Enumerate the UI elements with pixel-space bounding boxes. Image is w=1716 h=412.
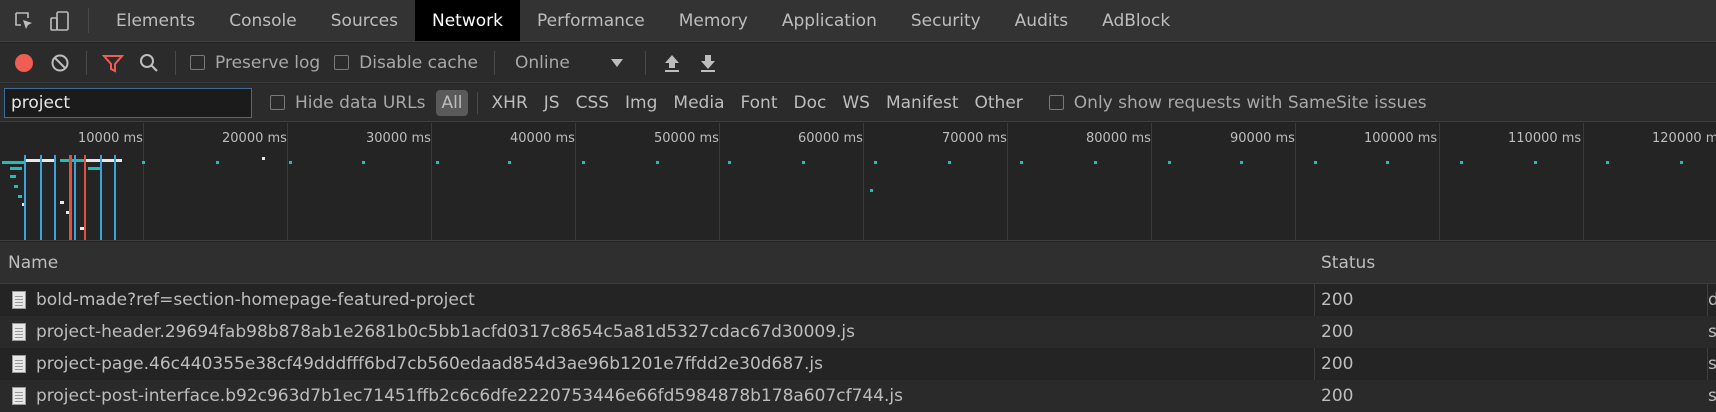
document-icon: [12, 291, 26, 309]
disable-cache-label: Disable cache: [359, 52, 478, 73]
filter-toggle-button[interactable]: [95, 43, 131, 83]
throttling-select[interactable]: Online: [503, 53, 623, 73]
toolbar-divider: [86, 50, 87, 75]
type-filter-doc[interactable]: Doc: [789, 90, 832, 116]
toolbar-divider: [644, 50, 646, 75]
type-filter-img[interactable]: Img: [620, 90, 662, 116]
samesite-label: Only show requests with SameSite issues: [1073, 92, 1427, 113]
column-header-name[interactable]: Name: [8, 253, 58, 273]
type-filter-ws[interactable]: WS: [837, 90, 875, 116]
tab-console[interactable]: Console: [212, 0, 314, 41]
export-har-button[interactable]: [690, 43, 726, 83]
tab-memory[interactable]: Memory: [662, 0, 765, 41]
tab-network[interactable]: Network: [415, 0, 520, 41]
request-type: s: [1708, 386, 1716, 406]
type-filter-other[interactable]: Other: [970, 90, 1028, 116]
preserve-log-checkbox[interactable]: [190, 55, 205, 70]
type-filter-all[interactable]: All: [436, 89, 468, 116]
table-row[interactable]: project-header.29694fab98b878ab1e2681b0c…: [0, 316, 1716, 348]
import-har-button[interactable]: [654, 43, 690, 83]
record-button[interactable]: [6, 43, 42, 83]
type-filter-manifest[interactable]: Manifest: [881, 90, 964, 116]
inspect-element-icon[interactable]: [6, 0, 42, 41]
upload-icon: [664, 54, 679, 72]
network-overview-timeline[interactable]: 10000 ms 20000 ms 30000 ms 40000 ms 5000…: [0, 123, 1716, 241]
throttling-value: Online: [514, 52, 570, 73]
tab-elements[interactable]: Elements: [99, 0, 212, 41]
type-filter-xhr[interactable]: XHR: [487, 90, 533, 116]
clear-icon: [51, 54, 69, 71]
table-row[interactable]: project-post-interface.b92c963d7b1ec7145…: [0, 380, 1716, 412]
network-toolbar: Preserve log Disable cache Online: [0, 43, 1716, 83]
clear-button[interactable]: [42, 43, 78, 83]
filter-input[interactable]: [4, 87, 252, 118]
document-icon: [12, 355, 26, 373]
hide-data-urls-checkbox[interactable]: [270, 95, 285, 110]
table-header: Name Status: [0, 242, 1716, 284]
type-filter-divider: [476, 91, 478, 114]
request-name: project-post-interface.b92c963d7b1ec7145…: [36, 386, 904, 406]
search-button[interactable]: [131, 43, 167, 83]
record-icon: [15, 53, 33, 72]
devtools-tab-bar: Elements Console Sources Network Perform…: [0, 0, 1716, 42]
type-filter-font[interactable]: Font: [735, 90, 782, 116]
requests-table: Name Status bold-made?ref=section-homepa…: [0, 242, 1716, 412]
device-toolbar-icon[interactable]: [42, 0, 78, 41]
tab-performance[interactable]: Performance: [520, 0, 662, 41]
document-icon: [12, 323, 26, 341]
search-icon: [140, 53, 158, 72]
preserve-log-label: Preserve log: [215, 52, 321, 73]
column-header-status[interactable]: Status: [1321, 253, 1375, 273]
tab-sources[interactable]: Sources: [314, 0, 415, 41]
request-type: s: [1708, 322, 1716, 342]
tab-application[interactable]: Application: [765, 0, 894, 41]
request-name: project-header.29694fab98b878ab1e2681b0c…: [36, 322, 855, 342]
request-status: 200: [1321, 354, 1354, 374]
timeline-activity-graph: [2, 155, 1683, 240]
request-name: project-page.46c440355e38cf49dddfff6bd7c…: [36, 354, 823, 374]
dropdown-arrow-icon: [610, 58, 623, 67]
tab-security[interactable]: Security: [894, 0, 998, 41]
tab-audits[interactable]: Audits: [998, 0, 1085, 41]
disable-cache-checkbox[interactable]: [334, 55, 350, 70]
table-row[interactable]: project-page.46c440355e38cf49dddfff6bd7c…: [0, 348, 1716, 380]
request-status: 200: [1321, 386, 1354, 406]
request-type: d: [1708, 290, 1716, 310]
toolbar-divider: [175, 50, 176, 75]
samesite-checkbox[interactable]: [1048, 95, 1064, 110]
tab-adblock[interactable]: AdBlock: [1085, 0, 1187, 41]
filter-icon: [102, 54, 124, 73]
type-filter-media[interactable]: Media: [668, 90, 729, 116]
type-filter-css[interactable]: CSS: [571, 90, 614, 116]
filter-bar: Hide data URLs All XHR JS CSS Img Media …: [0, 84, 1716, 122]
table-row[interactable]: bold-made?ref=section-homepage-featured-…: [0, 284, 1716, 316]
request-type: s: [1708, 354, 1716, 374]
request-status: 200: [1321, 322, 1354, 342]
tab-bar-divider: [88, 8, 89, 33]
type-filter-js[interactable]: JS: [539, 90, 565, 116]
request-name: bold-made?ref=section-homepage-featured-…: [36, 290, 475, 310]
document-icon: [12, 387, 26, 405]
download-icon: [700, 54, 715, 72]
toolbar-divider: [493, 50, 495, 75]
request-status: 200: [1321, 290, 1354, 310]
hide-data-urls-label: Hide data URLs: [295, 92, 426, 113]
